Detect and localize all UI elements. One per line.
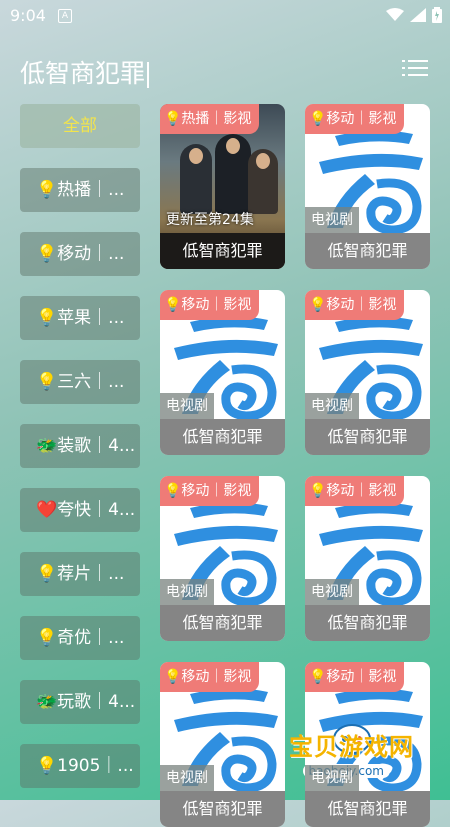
source-item[interactable]: 🐲玩歌｜4...: [20, 680, 140, 724]
result-card[interactable]: 💡移动｜影视电视剧 低智商犯罪: [160, 290, 285, 455]
source-item[interactable]: 💡苹果｜...: [20, 296, 140, 340]
source-item[interactable]: 💡移动｜...: [20, 232, 140, 276]
source-item[interactable]: 💡荐片｜...: [20, 552, 140, 596]
source-badge: 💡移动｜影视: [160, 476, 260, 506]
source-item[interactable]: 💡热播｜...: [20, 168, 140, 212]
card-title: 低智商犯罪: [305, 791, 430, 827]
wifi-icon: [386, 8, 404, 21]
card-caption: 电视剧: [160, 579, 214, 605]
card-caption: 电视剧: [160, 393, 214, 419]
source-badge: 💡移动｜影视: [305, 104, 405, 134]
card-caption: 更新至第24集: [166, 212, 254, 228]
source-item[interactable]: 💡奇优｜...: [20, 616, 140, 660]
battery-icon: [432, 7, 442, 23]
card-caption: 电视剧: [305, 393, 359, 419]
source-item[interactable]: 💡三六｜...: [20, 360, 140, 404]
notification-icon: A: [58, 9, 72, 23]
result-card[interactable]: 💡移动｜影视电视剧 低智商犯罪: [305, 476, 430, 641]
source-item[interactable]: ❤️夸快｜4...: [20, 488, 140, 532]
source-badge: 💡移动｜影视: [305, 476, 405, 506]
source-item[interactable]: 全部: [20, 104, 140, 148]
card-caption: 电视剧: [305, 579, 359, 605]
result-card[interactable]: 💡热播｜影视更新至第24集低智商犯罪: [160, 104, 285, 269]
status-bar: 9:04 A: [0, 0, 450, 32]
search-input[interactable]: 低智商犯罪: [20, 54, 150, 90]
card-title: 低智商犯罪: [305, 419, 430, 455]
card-title: 低智商犯罪: [305, 233, 430, 269]
search-query: 低智商犯罪: [20, 59, 146, 88]
source-sidebar: 全部 💡热播｜... 💡移动｜... 💡苹果｜... 💡三六｜... 🐲装歌｜4... ❤️…: [20, 104, 140, 808]
result-card[interactable]: 💡移动｜影视电视剧 低智商犯罪: [160, 476, 285, 641]
source-item[interactable]: 💡1905｜...: [20, 744, 140, 788]
search-header: 低智商犯罪: [0, 46, 450, 96]
source-badge: 💡移动｜影视: [305, 290, 405, 320]
source-badge: 💡移动｜影视: [305, 662, 405, 692]
card-title: 低智商犯罪: [160, 791, 285, 827]
card-title: 低智商犯罪: [160, 419, 285, 455]
source-badge: 💡移动｜影视: [160, 662, 260, 692]
source-badge: 💡移动｜影视: [160, 290, 260, 320]
watermark-text: 宝贝游戏网: [289, 733, 414, 761]
list-menu-icon[interactable]: [402, 58, 428, 78]
result-card[interactable]: 💡移动｜影视电视剧 低智商犯罪: [305, 290, 430, 455]
text-caret: [147, 62, 150, 88]
source-badge: 💡热播｜影视: [160, 104, 260, 134]
card-title: 低智商犯罪: [160, 605, 285, 641]
card-caption: 电视剧: [160, 765, 214, 791]
card-caption: 电视剧: [305, 765, 359, 791]
source-item[interactable]: 🐲装歌｜4...: [20, 424, 140, 468]
status-time: 9:04: [10, 6, 46, 25]
card-title: 低智商犯罪: [305, 605, 430, 641]
card-caption: 电视剧: [305, 207, 359, 233]
signal-icon: [410, 8, 426, 22]
card-title: 低智商犯罪: [160, 233, 285, 269]
result-card[interactable]: 💡移动｜影视电视剧 低智商犯罪: [160, 662, 285, 827]
status-icons: [386, 7, 442, 23]
result-card[interactable]: 💡移动｜影视电视剧 低智商犯罪: [305, 104, 430, 269]
